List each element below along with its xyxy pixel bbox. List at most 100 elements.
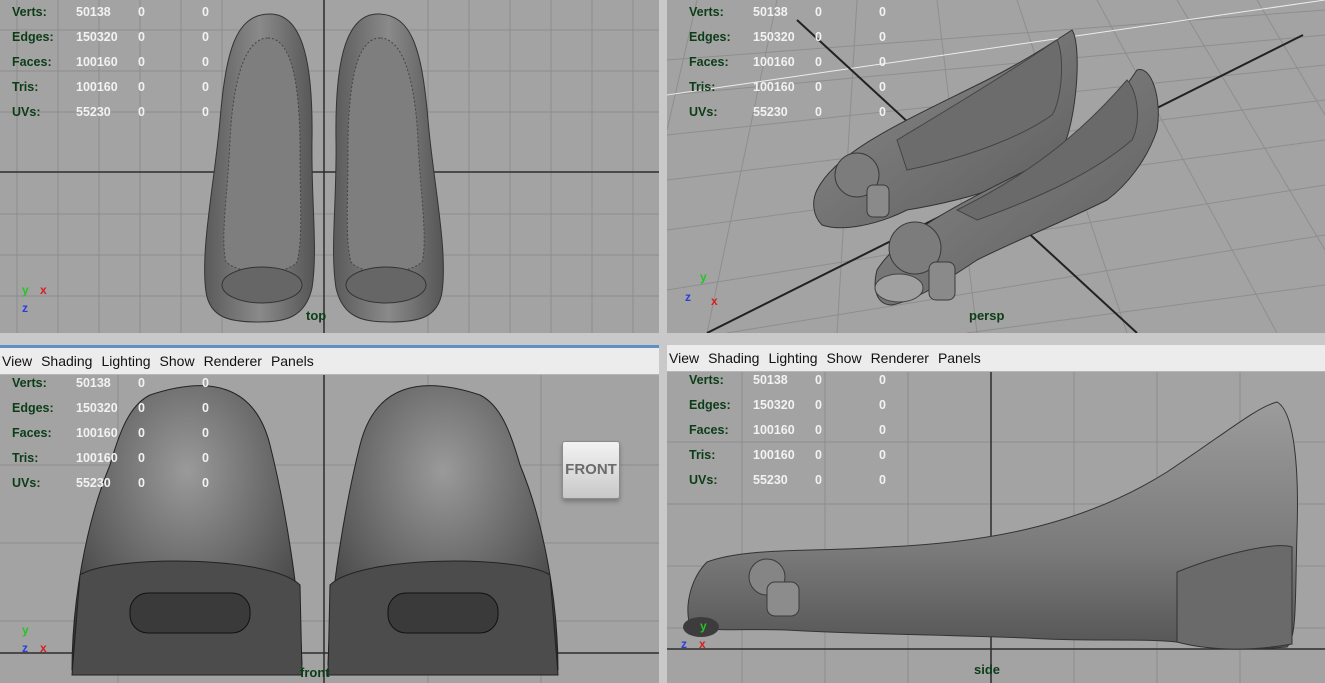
hud-value: 0 <box>202 401 209 415</box>
shoe-right-top <box>333 13 444 323</box>
axis-y-label: y <box>22 623 29 637</box>
hud-value: 0 <box>202 476 209 490</box>
menu-lighting[interactable]: Lighting <box>101 353 150 369</box>
hud-value: 150320 <box>753 30 795 44</box>
axis-z-label: z <box>22 301 28 315</box>
axis-x-label: x <box>40 641 47 655</box>
menu-show[interactable]: Show <box>160 353 195 369</box>
hud-value: 150320 <box>76 401 118 415</box>
hud-value: 0 <box>815 423 822 437</box>
menu-shading[interactable]: Shading <box>41 353 92 369</box>
shoe-right-front <box>327 385 559 676</box>
hud-value: 0 <box>202 30 209 44</box>
hud-poly-count: Verts: 50138 0 0 Edges: 150320 0 0 Faces: 10016… <box>12 375 242 496</box>
hud-label: UVs: <box>12 105 41 119</box>
hud-value: 0 <box>815 80 822 94</box>
hud-value: 0 <box>138 5 145 19</box>
hud-value: 0 <box>879 448 886 462</box>
hud-poly-count: Verts: 50138 0 0 Edges: 150320 0 0 Faces: 10016… <box>689 372 919 493</box>
hud-poly-count: Verts: 50138 0 0 Edges: 150320 0 0 Faces: 10016… <box>689 0 919 125</box>
hud-value: 0 <box>815 448 822 462</box>
hud-value: 55230 <box>76 105 111 119</box>
menu-panels[interactable]: Panels <box>938 350 981 366</box>
hud-value: 50138 <box>753 373 788 387</box>
hud-label: Verts: <box>689 5 724 19</box>
hud-label: Tris: <box>689 80 716 94</box>
side-view-area[interactable]: Verts: 50138 0 0 Edges: 150320 0 0 Faces: 10016… <box>667 372 1325 683</box>
hud-label: Tris: <box>12 451 39 465</box>
menu-lighting[interactable]: Lighting <box>768 350 817 366</box>
hud-value: 0 <box>879 30 886 44</box>
menu-view[interactable]: View <box>2 353 32 369</box>
hud-value: 0 <box>815 105 822 119</box>
hud-value: 150320 <box>753 398 795 412</box>
hud-label: Faces: <box>689 423 729 437</box>
menu-renderer[interactable]: Renderer <box>871 350 929 366</box>
menu-renderer[interactable]: Renderer <box>204 353 262 369</box>
axis-x-label: x <box>699 637 706 651</box>
hud-label: UVs: <box>689 105 718 119</box>
hud-value: 0 <box>202 105 209 119</box>
menu-view[interactable]: View <box>669 350 699 366</box>
hud-label: UVs: <box>12 476 41 490</box>
hud-poly-count: Verts: 50138 0 0 Edges: 150320 0 0 Faces: 10016… <box>12 0 242 125</box>
hud-label: Verts: <box>12 376 47 390</box>
hud-label: UVs: <box>689 473 718 487</box>
hud-value: 0 <box>202 451 209 465</box>
hud-label: Verts: <box>12 5 47 19</box>
hud-value: 100160 <box>76 80 118 94</box>
viewport-top[interactable]: Verts: 50138 0 0 Edges: 150320 0 0 Faces: 10016… <box>0 0 659 333</box>
hud-value: 0 <box>138 451 145 465</box>
hud-label: Faces: <box>12 426 52 440</box>
hud-value: 50138 <box>76 5 111 19</box>
hud-value: 50138 <box>753 5 788 19</box>
hud-value: 0 <box>138 80 145 94</box>
hud-value: 0 <box>815 55 822 69</box>
hud-value: 0 <box>202 5 209 19</box>
viewport-front[interactable]: View Shading Lighting Show Renderer Pane… <box>0 345 659 683</box>
hud-value: 0 <box>138 55 145 69</box>
camera-label: side <box>974 662 1001 677</box>
axis-z-label: z <box>22 641 28 655</box>
hud-value: 0 <box>815 473 822 487</box>
hud-label: Edges: <box>689 30 731 44</box>
hud-value: 0 <box>879 5 886 19</box>
hud-value: 100160 <box>76 426 118 440</box>
viewcube[interactable]: FRONT <box>562 441 620 499</box>
viewport-persp[interactable]: Verts: 50138 0 0 Edges: 150320 0 0 Faces: 10016… <box>667 0 1325 333</box>
hud-value: 0 <box>879 373 886 387</box>
axis-z-label: z <box>685 290 691 304</box>
hud-value: 55230 <box>76 476 111 490</box>
hud-value: 100160 <box>753 423 795 437</box>
hud-value: 0 <box>138 401 145 415</box>
hud-value: 0 <box>138 376 145 390</box>
menu-shading[interactable]: Shading <box>708 350 759 366</box>
hud-value: 0 <box>879 80 886 94</box>
viewport-side[interactable]: View Shading Lighting Show Renderer Pane… <box>667 345 1325 683</box>
hud-label: Faces: <box>12 55 52 69</box>
hud-value: 50138 <box>76 376 111 390</box>
hud-value: 0 <box>879 105 886 119</box>
hud-value: 0 <box>202 426 209 440</box>
menu-panels[interactable]: Panels <box>271 353 314 369</box>
hud-value: 100160 <box>753 80 795 94</box>
hud-value: 0 <box>138 476 145 490</box>
menu-show[interactable]: Show <box>827 350 862 366</box>
front-view-area[interactable]: Verts: 50138 0 0 Edges: 150320 0 0 Faces: 10016… <box>0 375 659 683</box>
hud-label: Verts: <box>689 373 724 387</box>
hud-value: 0 <box>138 105 145 119</box>
hud-value: 100160 <box>76 451 118 465</box>
hud-value: 55230 <box>753 105 788 119</box>
hud-value: 55230 <box>753 473 788 487</box>
hud-value: 0 <box>879 398 886 412</box>
hud-label: Tris: <box>12 80 39 94</box>
axis-x-label: x <box>711 294 718 308</box>
hud-value: 100160 <box>753 448 795 462</box>
axis-y-label: y <box>700 619 707 633</box>
hud-value: 150320 <box>76 30 118 44</box>
hud-value: 0 <box>879 55 886 69</box>
hud-value: 0 <box>815 30 822 44</box>
hud-value: 0 <box>202 376 209 390</box>
hud-label: Edges: <box>689 398 731 412</box>
hud-value: 0 <box>815 5 822 19</box>
